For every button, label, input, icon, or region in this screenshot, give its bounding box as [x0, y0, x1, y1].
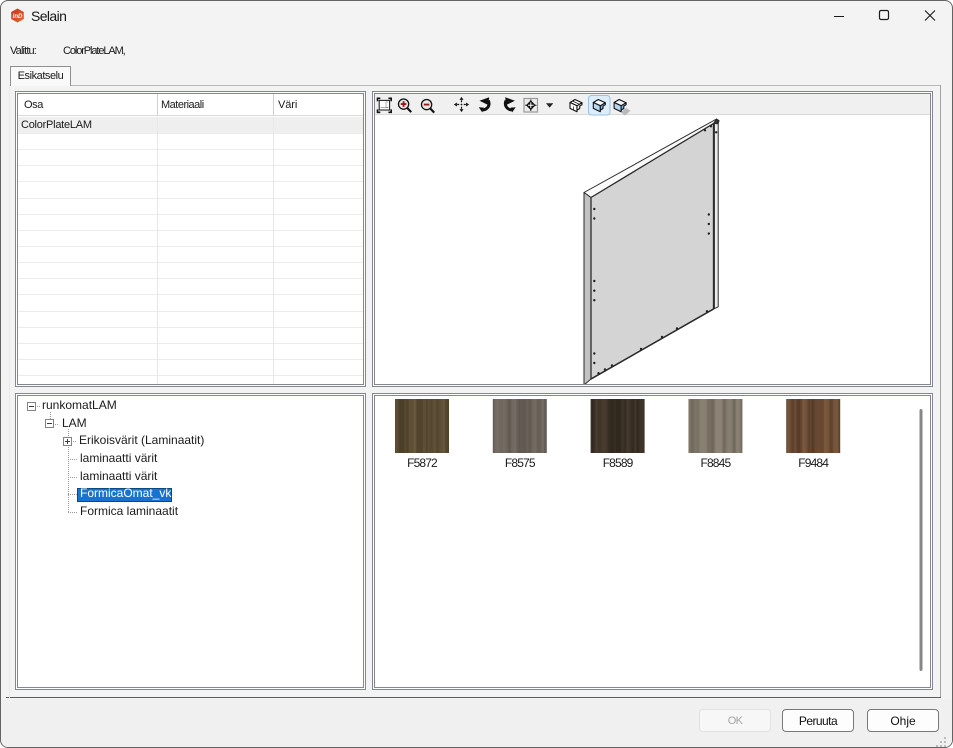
svg-text:InD: InD [13, 14, 23, 20]
